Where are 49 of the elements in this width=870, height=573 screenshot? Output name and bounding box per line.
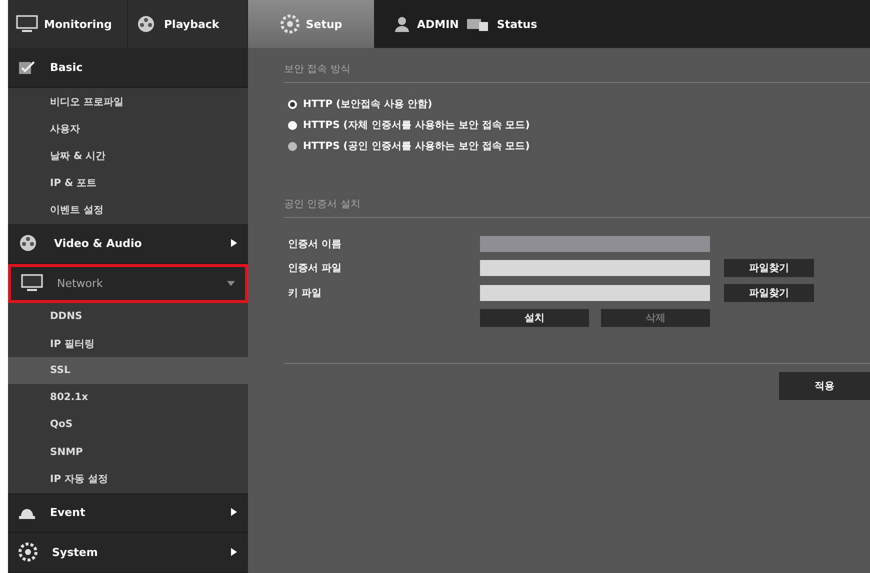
radio-option[interactable]: HTTP (보안접속 사용 안함)	[288, 97, 870, 111]
sidebar-item[interactable]: SNMP	[8, 438, 248, 466]
caret-icon	[230, 508, 238, 516]
nav-tab[interactable]: Playback	[128, 0, 248, 48]
user-icon	[395, 16, 409, 32]
settings-icon	[18, 542, 38, 562]
input-field[interactable]	[480, 285, 710, 301]
checkbox-icon	[18, 60, 36, 76]
nav-tab[interactable]: Monitoring	[8, 0, 128, 48]
nav-tab[interactable]: Setup	[248, 0, 375, 48]
sidebar-group[interactable]: Event	[8, 492, 248, 533]
sidebar-item[interactable]: QoS	[8, 411, 248, 438]
sidebar-group[interactable]: Network	[8, 264, 248, 304]
status-link[interactable]: Status	[496, 18, 538, 30]
status-icon	[466, 17, 489, 31]
caret-icon	[227, 279, 235, 288]
monitor-icon	[16, 15, 38, 33]
browse-button[interactable]: 파일찾기	[724, 284, 814, 302]
field-label: 인증서 파일	[288, 262, 342, 275]
user-name: ADMIN	[417, 18, 459, 30]
sidebar-item[interactable]: SSL	[8, 357, 248, 384]
sidebar-item[interactable]: 802.1x	[8, 384, 248, 412]
radio-label: HTTPS (자체 인증서를 사용하는 보안 접속 모드)	[303, 119, 530, 132]
sidebar-item[interactable]: IP & 포트	[8, 169, 248, 197]
section-title: 공인 인증서 설치	[284, 197, 870, 218]
caret-icon	[230, 548, 238, 556]
field-label: 인증서 이름	[288, 238, 342, 251]
sidebar-item[interactable]: 날짜 & 시간	[8, 142, 248, 170]
sidebar-item[interactable]: IP 필터링	[8, 330, 248, 358]
radio-option[interactable]: HTTPS (자체 인증서를 사용하는 보안 접속 모드)	[288, 118, 870, 132]
sidebar-item[interactable]: IP 자동 설정	[8, 466, 248, 493]
sidebar-item[interactable]: 사용자	[8, 115, 248, 142]
sidebar-item[interactable]: 이벤트 설정	[8, 196, 248, 224]
sidebar-group[interactable]: Video & Audio	[8, 224, 248, 264]
radio-label: HTTPS (공인 인증서를 사용하는 보안 접속 모드)	[303, 140, 530, 153]
action-button[interactable]: 설치	[480, 309, 589, 327]
settings-icon	[280, 14, 300, 34]
browse-button[interactable]: 파일찾기	[724, 259, 814, 277]
apply-button[interactable]: 적용	[779, 372, 870, 400]
sidebar-group[interactable]: Basic	[8, 48, 248, 88]
input-field[interactable]	[480, 260, 710, 276]
field-label: 키 파일	[288, 287, 322, 300]
section-title: 보안 접속 방식	[284, 62, 870, 83]
caret-icon	[230, 239, 238, 248]
radio-label: HTTP (보안접속 사용 안함)	[303, 98, 432, 111]
sidebar-item[interactable]: 비디오 프로파일	[8, 88, 248, 116]
monitor-icon	[21, 274, 43, 292]
sidebar-group[interactable]: System	[8, 532, 248, 573]
sidebar-item[interactable]: DDNS	[8, 303, 248, 330]
